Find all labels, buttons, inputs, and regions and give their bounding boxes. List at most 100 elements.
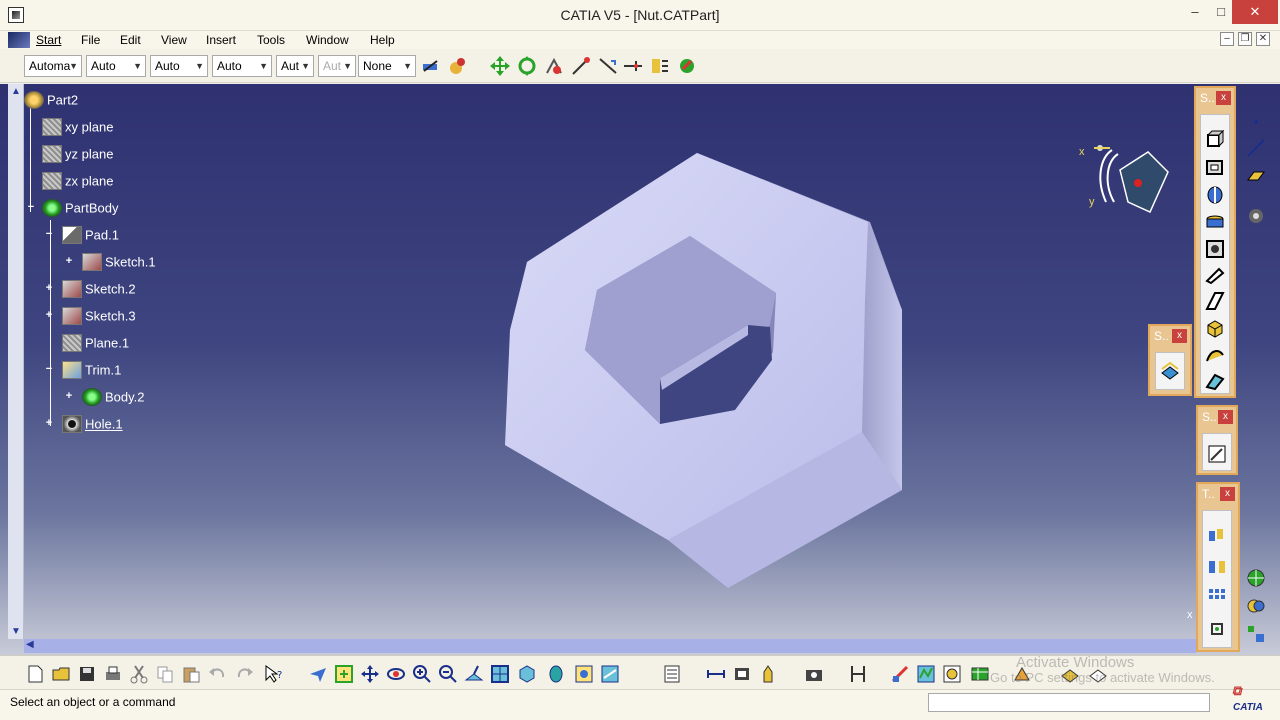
tree-node-part2[interactable]: Part2 bbox=[24, 91, 78, 111]
print-icon[interactable] bbox=[103, 664, 123, 684]
undo-icon[interactable] bbox=[207, 664, 227, 684]
doc-close-button[interactable]: ✕ bbox=[1256, 32, 1270, 46]
multi-view-icon[interactable] bbox=[490, 664, 510, 684]
pocket-icon[interactable] bbox=[1205, 157, 1225, 177]
stiffener-icon[interactable] bbox=[1205, 319, 1225, 339]
collapse-icon[interactable]: − bbox=[44, 364, 54, 375]
dimension-icon[interactable] bbox=[848, 664, 868, 684]
menu-view[interactable]: View bbox=[161, 33, 187, 47]
measure-inertia-icon[interactable] bbox=[758, 664, 778, 684]
close-button[interactable]: ✕ bbox=[1232, 0, 1278, 24]
tag-icon[interactable] bbox=[648, 55, 670, 77]
fly-mode-icon[interactable] bbox=[308, 664, 328, 684]
catia-logo-icon[interactable] bbox=[8, 32, 30, 48]
format-painter-icon[interactable] bbox=[420, 55, 442, 77]
zoom-out-icon[interactable] bbox=[438, 664, 458, 684]
tree-node-hole1[interactable]: + Hole.1 bbox=[46, 415, 123, 435]
layer-select[interactable]: None ▼ bbox=[358, 55, 416, 77]
doc-restore-button[interactable]: ❐ bbox=[1238, 32, 1252, 46]
expand-icon[interactable]: + bbox=[44, 418, 54, 429]
point-icon[interactable] bbox=[1248, 114, 1264, 130]
menu-help[interactable]: Help bbox=[370, 33, 395, 47]
slot-icon[interactable] bbox=[1205, 291, 1225, 311]
transparency-select[interactable]: Auto ▼ bbox=[86, 55, 146, 77]
iso-view-icon[interactable] bbox=[517, 664, 537, 684]
normal-view-icon[interactable] bbox=[464, 664, 484, 684]
tree-node-partbody[interactable]: − PartBody bbox=[28, 199, 118, 219]
paste-icon[interactable] bbox=[181, 664, 201, 684]
measure-item-icon[interactable] bbox=[732, 664, 752, 684]
apply-material-icon[interactable] bbox=[446, 55, 468, 77]
line-weight-select[interactable]: Aut ▼ bbox=[276, 55, 314, 77]
design-table-icon[interactable] bbox=[970, 664, 990, 684]
shading-icon[interactable] bbox=[546, 664, 566, 684]
hide-show-icon[interactable] bbox=[574, 664, 594, 684]
tree-node-pad1[interactable]: − Pad.1 bbox=[46, 226, 119, 246]
scaling-icon[interactable] bbox=[1207, 619, 1227, 639]
new-file-icon[interactable] bbox=[25, 664, 45, 684]
symmetry-icon[interactable] bbox=[1207, 557, 1227, 577]
tree-node-zx-plane[interactable]: zx plane bbox=[42, 172, 113, 192]
map-icon[interactable] bbox=[916, 664, 936, 684]
expand-icon[interactable]: + bbox=[44, 310, 54, 321]
boolean-icon[interactable] bbox=[1246, 596, 1266, 616]
move-icon[interactable] bbox=[516, 55, 538, 77]
menu-insert[interactable]: Insert bbox=[206, 33, 236, 47]
whats-this-icon[interactable]: ? bbox=[264, 664, 284, 684]
formula-icon[interactable] bbox=[890, 664, 910, 684]
vertical-scrollbar[interactable]: ▲ ▼ bbox=[8, 84, 24, 639]
axis-icon[interactable] bbox=[622, 55, 644, 77]
fit-all-icon[interactable] bbox=[334, 664, 354, 684]
capture-icon[interactable] bbox=[804, 664, 824, 684]
panel-close-button[interactable]: x bbox=[1172, 329, 1187, 343]
shaft-icon[interactable] bbox=[1205, 185, 1225, 205]
catalog-icon[interactable] bbox=[662, 664, 682, 684]
horizontal-scrollbar[interactable]: ◀ bbox=[24, 639, 1196, 653]
gear-icon[interactable] bbox=[1246, 206, 1266, 226]
rotate-icon[interactable] bbox=[386, 664, 406, 684]
tree-node-trim1[interactable]: − Trim.1 bbox=[46, 361, 121, 381]
panel-close-button[interactable]: x bbox=[1216, 91, 1231, 105]
multi-sections-solid-icon[interactable] bbox=[1205, 345, 1225, 365]
line-color-select[interactable]: Auto ▼ bbox=[150, 55, 208, 77]
hole-icon[interactable] bbox=[1205, 239, 1225, 259]
solid-combine-icon[interactable] bbox=[1205, 371, 1225, 391]
groove-icon[interactable] bbox=[1205, 213, 1225, 233]
scroll-left-icon[interactable]: ◀ bbox=[26, 639, 34, 650]
rib-icon[interactable] bbox=[1205, 265, 1225, 285]
zoom-in-icon[interactable] bbox=[412, 664, 432, 684]
collapse-icon[interactable]: − bbox=[44, 229, 54, 240]
line-icon[interactable] bbox=[1246, 138, 1266, 158]
command-input[interactable] bbox=[928, 693, 1210, 712]
expand-icon[interactable]: + bbox=[64, 391, 74, 402]
translation-icon[interactable] bbox=[1207, 525, 1227, 545]
tree-node-sketch2[interactable]: + Sketch.2 bbox=[46, 280, 136, 300]
panel-close-button[interactable]: x bbox=[1218, 410, 1233, 424]
open-folder-icon[interactable] bbox=[51, 664, 71, 684]
save-icon[interactable] bbox=[77, 664, 97, 684]
snap-icon[interactable] bbox=[543, 55, 565, 77]
globe-icon[interactable] bbox=[1246, 568, 1266, 588]
compass-icon[interactable] bbox=[1088, 140, 1170, 218]
pan-icon[interactable] bbox=[360, 664, 380, 684]
tree-toggle-icon[interactable] bbox=[1246, 624, 1266, 644]
swap-space-icon[interactable] bbox=[600, 664, 620, 684]
tree-node-body2[interactable]: + Body.2 bbox=[66, 388, 145, 408]
plane-icon[interactable] bbox=[1246, 166, 1266, 186]
copy-icon[interactable] bbox=[155, 664, 175, 684]
hex-nut-model[interactable] bbox=[480, 144, 920, 604]
pattern-icon[interactable] bbox=[1207, 587, 1227, 607]
split-icon[interactable] bbox=[1160, 361, 1180, 381]
pan-icon[interactable] bbox=[489, 55, 511, 77]
tree-node-sketch3[interactable]: + Sketch.3 bbox=[46, 307, 136, 327]
tree-node-plane1[interactable]: Plane.1 bbox=[62, 334, 129, 354]
collapse-icon[interactable]: − bbox=[26, 202, 36, 213]
scroll-up-icon[interactable]: ▲ bbox=[10, 86, 22, 97]
menu-file[interactable]: File bbox=[81, 33, 100, 47]
fill-color-select[interactable]: Automa ▼ bbox=[24, 55, 82, 77]
line-icon[interactable] bbox=[597, 55, 619, 77]
knowledge-icon[interactable] bbox=[942, 664, 962, 684]
cut-icon[interactable] bbox=[129, 664, 149, 684]
menu-edit[interactable]: Edit bbox=[120, 33, 141, 47]
doc-minimize-button[interactable]: – bbox=[1220, 32, 1234, 46]
